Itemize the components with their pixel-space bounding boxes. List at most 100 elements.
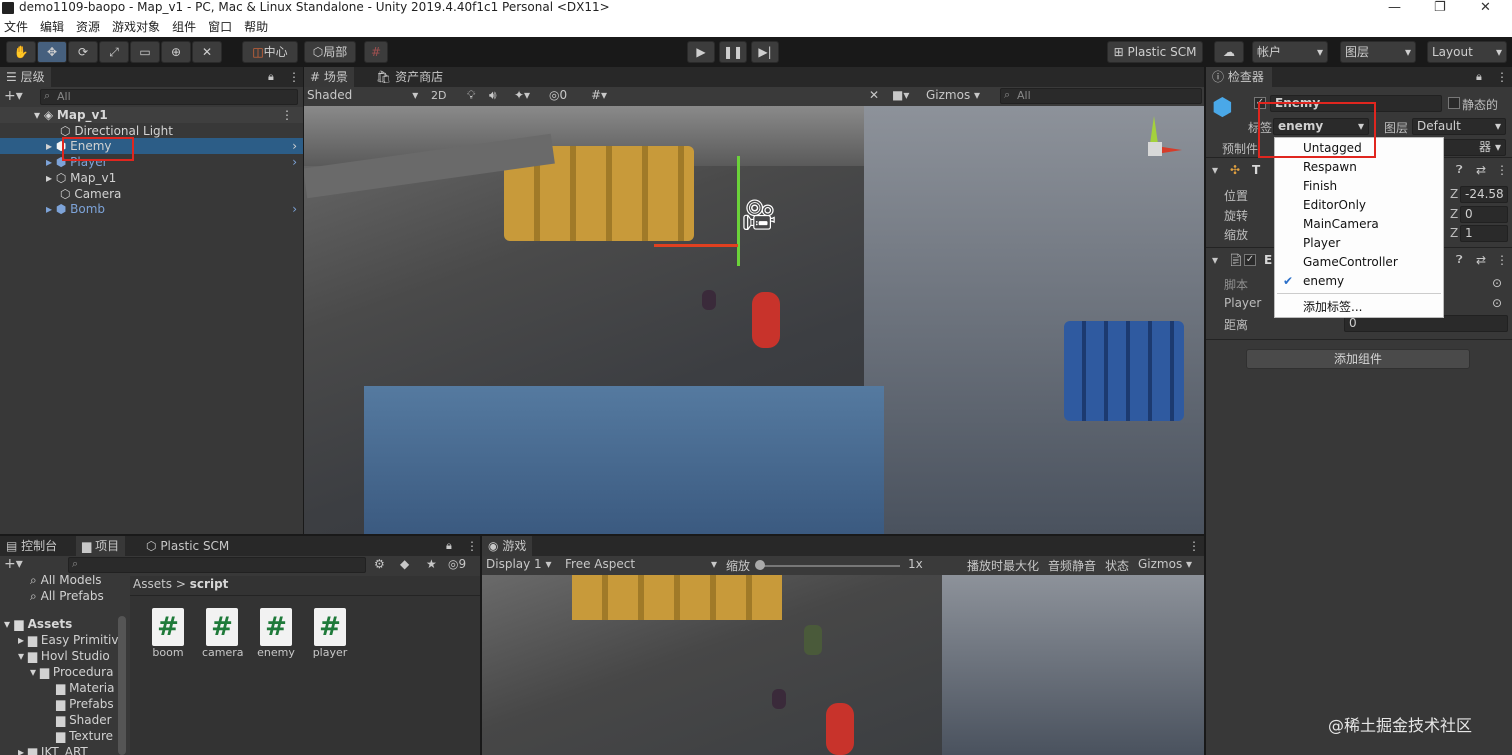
tab-game[interactable]: ◉ 游戏 [482, 536, 533, 556]
asset-item[interactable]: # player [310, 608, 350, 659]
tree-item[interactable]: ▆ Prefabs [56, 696, 114, 712]
x-axis-handle[interactable] [654, 244, 738, 247]
filter-type-icon[interactable]: ⚙ [374, 557, 385, 571]
object-picker-icon[interactable]: ⊙ [1492, 276, 1502, 290]
hierarchy-item[interactable]: ⬡ Camera [0, 186, 303, 202]
breadcrumb-root[interactable]: Assets [133, 577, 172, 591]
preset-icon[interactable]: ⇄ [1476, 163, 1486, 177]
asset-item[interactable]: # camera [202, 608, 244, 659]
scale-z-field[interactable]: 1 [1460, 225, 1508, 242]
layer-dropdown[interactable]: Default ▾ [1412, 118, 1506, 135]
custom-tool-icon[interactable]: ✕ [192, 41, 222, 63]
asset-item[interactable]: # enemy [256, 608, 296, 659]
prefab-overrides-dropdown[interactable]: 器 ▾ [1442, 139, 1506, 156]
tree-item[interactable]: ▾ ▆ Assets [4, 616, 72, 632]
audio-icon[interactable]: 🔊︎ [489, 88, 497, 103]
mute-audio-toggle[interactable]: 音频静音 [1048, 557, 1096, 574]
plastic-scm-button[interactable]: ⊞ Plastic SCM [1107, 41, 1203, 63]
space-local-button[interactable]: ⬡局部 [304, 41, 356, 63]
toggle-2d-button[interactable]: 2D [431, 89, 446, 102]
menu-file[interactable]: 文件 [4, 20, 28, 34]
tag-option[interactable]: MainCamera [1303, 217, 1379, 231]
menu-gameobject[interactable]: 游戏对象 [112, 20, 160, 34]
tab-asset-store[interactable]: 🛍︎ 资产商店 [370, 67, 449, 87]
tree-item[interactable]: ▆ Texture [56, 728, 113, 744]
cloud-icon[interactable]: ☁ [1214, 41, 1244, 63]
object-picker-icon[interactable]: ⊙ [1492, 296, 1502, 310]
scale-slider[interactable] [758, 565, 900, 567]
hand-tool-icon[interactable]: ✋ [6, 41, 36, 63]
help-icon[interactable]: ❓︎ [1456, 253, 1463, 267]
hidden-packages-toggle[interactable]: ◎9 [448, 557, 466, 571]
lock-icon[interactable]: 🔒︎ [1476, 67, 1482, 87]
tree-item[interactable]: ▸ ▆ Easy Primitiv [18, 632, 118, 648]
step-button[interactable]: ▶| [751, 41, 779, 63]
hidden-objects-toggle[interactable]: ◎0 [549, 88, 567, 102]
close-icon[interactable]: ✕ [1480, 0, 1491, 15]
lock-icon[interactable]: 🔒︎ [446, 536, 452, 556]
tree-scrollbar[interactable] [118, 616, 126, 755]
static-checkbox[interactable] [1448, 97, 1460, 109]
tag-option[interactable]: Finish [1303, 179, 1337, 193]
rect-tool-icon[interactable]: ▭ [130, 41, 160, 63]
tools-icon[interactable]: ✕ [869, 88, 879, 102]
play-button[interactable]: ▶ [687, 41, 715, 63]
menu-help[interactable]: 帮助 [244, 20, 268, 34]
scene-row[interactable]: ▾ ◈ Map_v1 ⋮ [0, 107, 303, 123]
pause-button[interactable]: ❚❚ [719, 41, 747, 63]
add-component-button[interactable]: 添加组件 [1246, 349, 1470, 369]
tree-item[interactable]: ▾ ▆ Procedura [30, 664, 113, 680]
scale-tool-icon[interactable]: ⤢ [99, 41, 129, 63]
scale-slider-thumb[interactable] [755, 560, 765, 570]
tree-item[interactable]: ▆ Materia [56, 680, 114, 696]
tag-option[interactable]: Respawn [1303, 160, 1357, 174]
game-viewport[interactable] [482, 575, 1204, 755]
more-menu-icon[interactable]: ⋮ [281, 107, 293, 123]
component-enabled-checkbox[interactable]: ✓ [1244, 254, 1256, 266]
tab-console[interactable]: ▤ 控制台 [0, 536, 63, 556]
menu-window[interactable]: 窗口 [208, 20, 232, 34]
add-tag-option[interactable]: 添加标签... [1303, 298, 1362, 315]
hierarchy-item[interactable]: ▸ ⬢ Bomb › [0, 201, 303, 217]
expand-arrow-icon[interactable]: ▾ [1212, 253, 1218, 267]
scene-search-input[interactable]: ⌕ All [1000, 88, 1202, 104]
grid-toggle-icon[interactable]: #▾ [591, 88, 607, 102]
pivot-center-button[interactable]: ◫中心 [242, 41, 298, 63]
help-icon[interactable]: ❓︎ [1456, 163, 1463, 177]
more-menu-icon[interactable]: ⋮ [1496, 163, 1508, 177]
asset-item[interactable]: # boom [148, 608, 188, 659]
display-dropdown[interactable]: Display 1 ▾ [486, 557, 552, 571]
menu-assets[interactable]: 资源 [76, 20, 100, 34]
tree-item[interactable]: ▆ Shader [56, 712, 112, 728]
more-menu-icon[interactable]: ⋮ [1496, 67, 1508, 87]
favorite-item[interactable]: ⌕ All Prefabs [30, 588, 104, 604]
light-icon[interactable]: 💡︎ [467, 88, 475, 103]
position-z-field[interactable]: -24.58 [1460, 186, 1508, 203]
hierarchy-item[interactable]: ▸ ⬢ Player › [0, 154, 303, 170]
tab-project[interactable]: ▆ 项目 [76, 536, 126, 556]
maximize-on-play-toggle[interactable]: 播放时最大化 [967, 557, 1039, 574]
tag-option-selected[interactable]: enemy [1303, 274, 1344, 288]
gizmos-dropdown[interactable]: Gizmos ▾ [926, 88, 980, 102]
gizmos-dropdown[interactable]: Gizmos ▾ [1138, 557, 1192, 571]
tab-hierarchy[interactable]: ☰ 层级 [0, 67, 51, 87]
layers-dropdown[interactable]: 图层 ▾ [1340, 41, 1416, 63]
preset-icon[interactable]: ⇄ [1476, 253, 1486, 267]
project-search-input[interactable]: ⌕ [68, 557, 366, 573]
filter-label-icon[interactable]: ◆ [400, 557, 409, 571]
maximize-icon[interactable]: ❐ [1434, 0, 1446, 15]
layout-dropdown[interactable]: Layout ▾ [1427, 41, 1507, 63]
hierarchy-item[interactable]: ▸ ⬡ Map_v1 [0, 170, 303, 186]
transform-tool-icon[interactable]: ⊕ [161, 41, 191, 63]
minimize-icon[interactable]: — [1388, 0, 1401, 15]
grid-snap-icon[interactable]: # [364, 41, 388, 63]
lock-icon[interactable]: 🔒︎ [268, 67, 274, 87]
tag-option[interactable]: GameController [1303, 255, 1398, 269]
more-menu-icon[interactable]: ⋮ [288, 67, 300, 87]
favorite-item[interactable]: ⌕ All Models [30, 575, 102, 588]
add-button[interactable]: +▾ [4, 88, 23, 104]
favorite-star-icon[interactable]: ★ [426, 557, 437, 571]
orientation-gizmo[interactable] [1124, 116, 1184, 176]
menu-edit[interactable]: 编辑 [40, 20, 64, 34]
shading-dropdown[interactable]: Shaded ▾ [307, 88, 418, 102]
